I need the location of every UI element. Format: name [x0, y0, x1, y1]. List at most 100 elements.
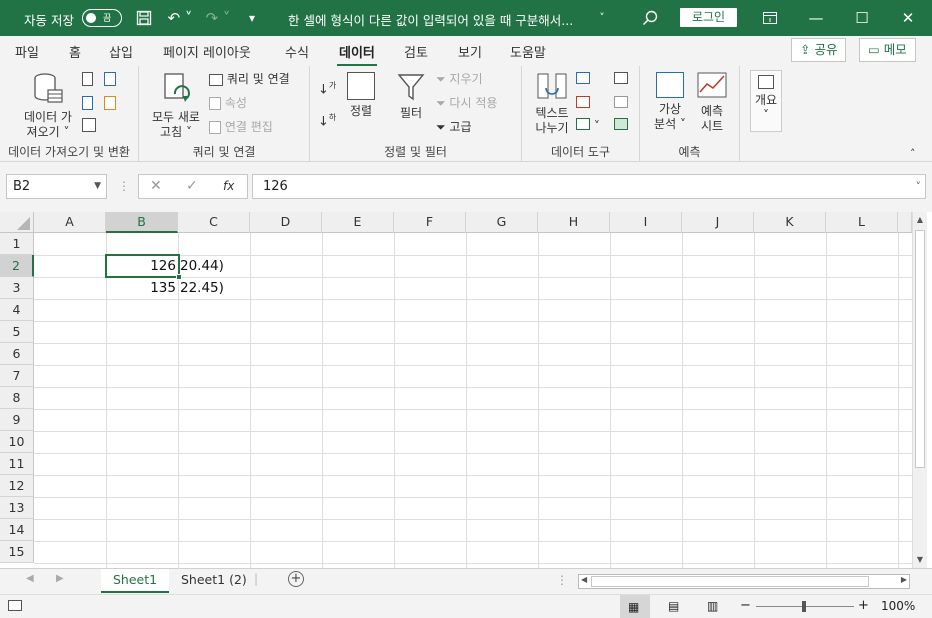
row-header-12[interactable]: 12	[0, 475, 34, 497]
page-layout-view-icon[interactable]: ▤	[668, 599, 679, 613]
row-header-5[interactable]: 5	[0, 321, 34, 343]
row-header-9[interactable]: 9	[0, 409, 34, 431]
column-header-a[interactable]: A	[34, 212, 106, 233]
data-validation-icon[interactable]: ˅	[576, 118, 600, 134]
recent-sources-icon[interactable]	[104, 72, 116, 90]
column-header-m[interactable]	[898, 212, 912, 233]
zoom-out-icon[interactable]: −	[740, 598, 751, 613]
row-header-2[interactable]: 2	[0, 255, 34, 277]
tab-formulas[interactable]: 수식	[285, 42, 309, 61]
row-header-3[interactable]: 3	[0, 277, 34, 299]
tab-page-layout[interactable]: 페이지 레이아웃	[163, 42, 251, 61]
sheet-tab-sheet1[interactable]: Sheet1	[101, 569, 170, 593]
enter-icon[interactable]: ✓	[186, 175, 198, 198]
row-header-6[interactable]: 6	[0, 343, 34, 365]
forecast-sheet-button[interactable]: 예측 시트	[694, 72, 730, 134]
relationships-icon[interactable]	[614, 96, 628, 112]
queries-connections-button[interactable]: 쿼리 및 연결	[209, 72, 290, 87]
reapply-button[interactable]: ⏷ 다시 적용	[436, 96, 497, 111]
vertical-scrollbar[interactable]: ▲ ▼	[912, 212, 927, 568]
tab-file[interactable]: 파일	[15, 42, 39, 61]
properties-button[interactable]: 속성	[209, 96, 247, 111]
column-header-c[interactable]: C	[178, 212, 250, 233]
data-model-icon[interactable]	[614, 118, 628, 134]
column-header-h[interactable]: H	[538, 212, 610, 233]
memo-button[interactable]: ▭ 메모	[859, 38, 916, 62]
share-button[interactable]: ⇪ 공유	[791, 38, 847, 62]
text-to-columns-button[interactable]: 텍스트 나누기	[532, 72, 572, 136]
page-break-view-icon[interactable]: ▥	[707, 599, 718, 613]
scroll-right-icon[interactable]: ▶	[901, 575, 907, 584]
scroll-down-icon[interactable]: ▼	[913, 552, 927, 568]
get-data-button[interactable]: 데이터 가 져오기 ˅	[18, 72, 78, 140]
select-all-corner[interactable]	[0, 212, 34, 233]
tab-split-handle[interactable]: ⋮	[556, 573, 568, 587]
column-header-g[interactable]: G	[466, 212, 538, 233]
horizontal-scroll-thumb[interactable]	[591, 576, 869, 587]
consolidate-icon[interactable]	[614, 72, 628, 88]
column-header-f[interactable]: F	[394, 212, 466, 233]
sort-ascending-icon[interactable]: ↓가	[318, 78, 336, 97]
cell-c3[interactable]: 22.45)	[180, 277, 224, 299]
tab-insert[interactable]: 삽입	[109, 42, 133, 61]
worksheet-grid[interactable]: A B C D E F G H I J K L 1 2 3 4 5 6 7 8 …	[0, 212, 932, 568]
from-web-icon[interactable]	[82, 96, 93, 114]
from-table-icon[interactable]	[82, 118, 96, 136]
flash-fill-icon[interactable]	[576, 72, 590, 88]
search-icon[interactable]	[628, 0, 672, 36]
zoom-level[interactable]: 100%	[881, 599, 915, 613]
prev-sheet-icon[interactable]: ◀	[26, 573, 34, 584]
column-header-j[interactable]: J	[682, 212, 754, 233]
existing-connections-icon[interactable]	[104, 96, 116, 114]
minimize-icon[interactable]: —	[794, 0, 838, 36]
sheet-tab-sheet1-2[interactable]: Sheet1 (2)	[169, 569, 259, 593]
tab-view[interactable]: 보기	[458, 42, 482, 61]
vertical-scroll-thumb[interactable]	[915, 230, 925, 468]
what-if-button[interactable]: 가상 분석 ˅	[650, 72, 690, 132]
cancel-icon[interactable]: ✕	[150, 175, 162, 198]
collapse-ribbon-icon[interactable]: ˄	[910, 146, 916, 161]
from-text-icon[interactable]	[82, 72, 93, 90]
column-header-b[interactable]: B	[106, 212, 178, 233]
refresh-all-button[interactable]: 모두 새로 고침 ˅	[147, 72, 205, 140]
remove-duplicates-icon[interactable]	[576, 96, 590, 112]
outline-button[interactable]: 개요 ˅	[750, 70, 782, 132]
tab-help[interactable]: 도움말	[510, 42, 546, 61]
title-dropdown-icon[interactable]: ˅	[580, 0, 624, 36]
sort-descending-icon[interactable]: ↓하	[318, 110, 336, 129]
zoom-slider-thumb[interactable]	[802, 601, 806, 612]
zoom-in-icon[interactable]: +	[858, 598, 869, 613]
macro-record-icon[interactable]	[8, 600, 22, 614]
maximize-icon[interactable]: ☐	[840, 0, 884, 36]
scroll-up-icon[interactable]: ▲	[913, 212, 927, 228]
row-header-11[interactable]: 11	[0, 453, 34, 475]
row-header-13[interactable]: 13	[0, 497, 34, 519]
cell-b3[interactable]: 135	[106, 277, 176, 299]
clear-filter-button[interactable]: ⏷ 지우기	[436, 72, 483, 87]
horizontal-scrollbar[interactable]: ◀ ▶	[578, 574, 910, 589]
column-header-d[interactable]: D	[250, 212, 322, 233]
column-header-i[interactable]: I	[610, 212, 682, 233]
autosave-toggle[interactable]: 끔	[82, 9, 122, 27]
column-header-e[interactable]: E	[322, 212, 394, 233]
fill-handle[interactable]	[176, 274, 182, 280]
add-sheet-icon[interactable]: +	[288, 571, 304, 587]
row-header-15[interactable]: 15	[0, 541, 34, 563]
cell-c2[interactable]: 20.44)	[180, 255, 224, 277]
row-header-7[interactable]: 7	[0, 365, 34, 387]
filter-button[interactable]: 필터	[394, 72, 428, 121]
formula-input[interactable]: 126 ˅	[252, 174, 926, 199]
row-header-1[interactable]: 1	[0, 233, 34, 255]
edit-links-button[interactable]: 연결 편집	[209, 120, 273, 135]
tab-home[interactable]: 홈	[69, 42, 81, 61]
close-icon[interactable]: ✕	[886, 0, 930, 36]
sort-button[interactable]: 정렬	[344, 72, 378, 119]
customize-toolbar-icon[interactable]: ▾	[230, 0, 274, 36]
column-header-l[interactable]: L	[826, 212, 898, 233]
ribbon-display-icon[interactable]	[748, 0, 792, 36]
insert-function-icon[interactable]: fx	[223, 175, 234, 198]
row-header-10[interactable]: 10	[0, 431, 34, 453]
column-header-k[interactable]: K	[754, 212, 826, 233]
expand-formula-bar-icon[interactable]: ˅	[916, 175, 922, 198]
tab-review[interactable]: 검토	[404, 42, 428, 61]
